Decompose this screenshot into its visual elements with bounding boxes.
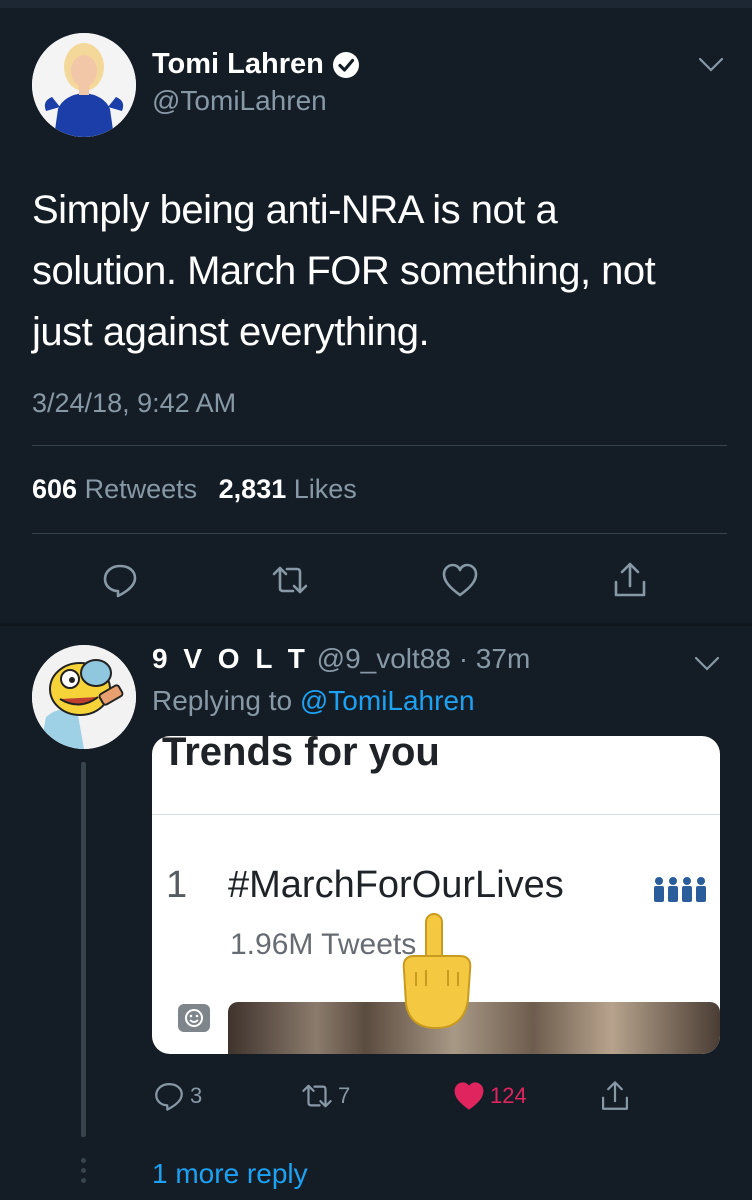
retweet-count: 7: [338, 1083, 351, 1108]
reply-icon: [103, 564, 137, 598]
tweet-text-line: Simply being anti-NRA is not a: [32, 188, 558, 232]
replying-to-link[interactable]: @TomiLahren: [300, 685, 475, 716]
embedded-image[interactable]: Trends for you 1 #MarchForOurLives 1.96M…: [152, 736, 720, 1054]
like-count[interactable]: 2,831: [219, 474, 287, 504]
author-name-text[interactable]: Tomi Lahren: [152, 48, 324, 81]
retweet-count[interactable]: 606: [32, 474, 77, 504]
smiley-icon: [178, 1004, 210, 1032]
thread-line: [81, 762, 86, 1137]
tweet-action-bar: [32, 552, 727, 604]
divider: [32, 445, 727, 446]
like-icon: [442, 563, 478, 597]
middle-finger-emoji-icon: [402, 913, 472, 1030]
tweet-stats: 606 Retweets 2,831 Likes: [32, 474, 357, 505]
share-button[interactable]: [598, 1076, 632, 1116]
share-icon: [601, 1081, 629, 1110]
like-button[interactable]: [438, 558, 482, 602]
thread-continuation-dots: [79, 1158, 88, 1186]
like-label[interactable]: Likes: [294, 474, 357, 504]
share-icon: [614, 562, 646, 597]
more-replies-link[interactable]: 1 more reply: [152, 1158, 308, 1190]
author-handle[interactable]: @TomiLahren: [152, 85, 327, 117]
replying-to-label: Replying to: [152, 685, 293, 716]
reply-author-handle-time[interactable]: @9_volt88 · 37m: [317, 643, 531, 674]
retweet-icon: [302, 1084, 332, 1108]
reply-icon: [155, 1082, 183, 1111]
replying-to: Replying to @TomiLahren: [152, 685, 475, 717]
like-count: 124: [490, 1083, 527, 1108]
tweet-header: Tomi Lahren @TomiLahren: [32, 33, 732, 138]
embed-title: Trends for you: [162, 736, 440, 774]
tweet-text: Simply being anti-NRA is not a solution.…: [32, 180, 722, 363]
author-avatar[interactable]: [32, 33, 136, 137]
reply-button[interactable]: 3: [152, 1076, 202, 1116]
reply-count: 3: [190, 1083, 203, 1108]
tweet-text-line: just against everything.: [32, 310, 430, 354]
retweet-button[interactable]: 7: [300, 1076, 350, 1116]
like-button[interactable]: 124: [452, 1076, 527, 1116]
tweet-timestamp: 3/24/18, 9:42 AM: [32, 388, 237, 418]
tweet-text-line: solution. March FOR something, not: [32, 249, 656, 293]
embed-trend-tweet-count: 1.96M Tweets: [230, 928, 417, 961]
caret-down-icon[interactable]: [694, 656, 720, 672]
reply-action-bar: 3 7 124: [152, 1076, 652, 1120]
share-button[interactable]: [608, 558, 652, 602]
author-name[interactable]: Tomi Lahren: [152, 48, 360, 81]
embed-divider: [152, 814, 720, 815]
reply-header: 9 V O L T @9_volt88 · 37m: [152, 643, 530, 675]
caret-down-icon[interactable]: [698, 57, 724, 73]
reply-author-avatar[interactable]: [32, 645, 136, 749]
embed-trend-rank: 1: [166, 864, 188, 906]
verified-icon: [332, 51, 360, 79]
retweet-button[interactable]: [268, 558, 312, 602]
section-divider: [0, 623, 752, 626]
like-icon: [454, 1082, 484, 1110]
embed-trend-hashtag: #MarchForOurLives: [228, 864, 564, 906]
divider: [32, 533, 727, 534]
people-emoji-icon: [654, 877, 706, 902]
retweet-icon: [272, 566, 308, 594]
retweet-label[interactable]: Retweets: [85, 474, 198, 504]
reply-button[interactable]: [98, 558, 142, 602]
top-border: [0, 0, 752, 8]
reply-author-name[interactable]: 9 V O L T: [152, 643, 309, 674]
